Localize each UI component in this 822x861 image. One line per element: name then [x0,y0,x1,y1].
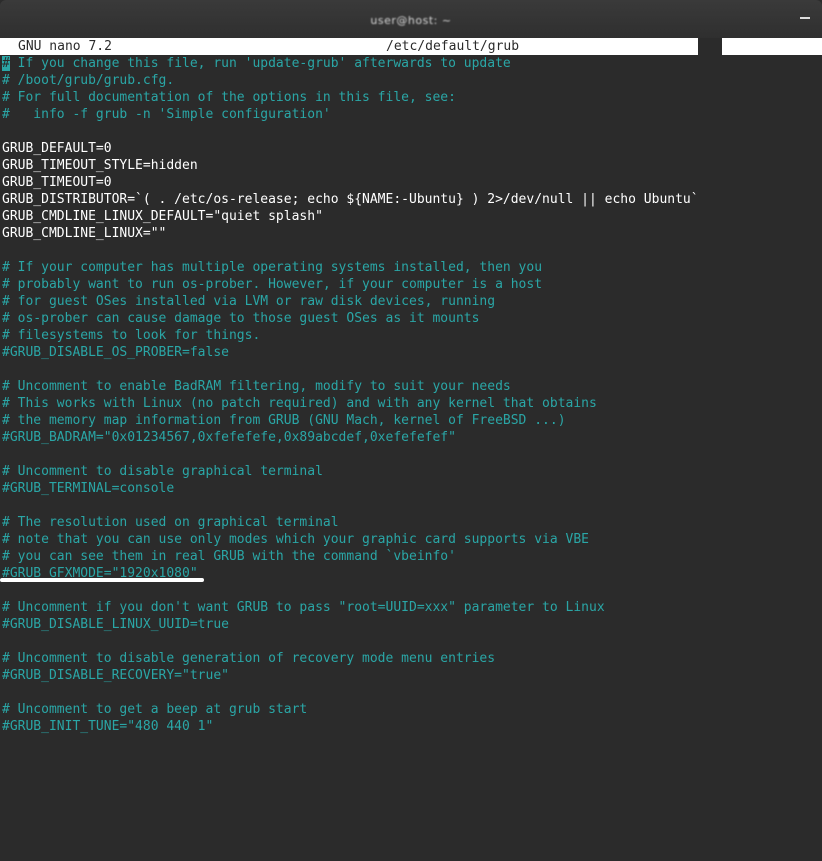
comment-line-text: # the memory map information from GRUB (… [2,413,566,428]
editor-buffer[interactable]: # If you change this file, run 'update-g… [2,55,820,735]
editor-line[interactable]: # If your computer has multiple operatin… [2,259,820,276]
editor-line[interactable] [2,242,820,259]
editor-line[interactable]: GRUB_DEFAULT=0 [2,140,820,157]
comment-line-text: #GRUB_INIT_TUNE="480 440 1" [2,719,214,734]
nano-filename: /etc/default/grub [386,39,520,54]
editor-line[interactable]: #GRUB_DISABLE_RECOVERY="true" [2,667,820,684]
comment-line-text: # Uncomment to disable graphical termina… [2,464,323,479]
comment-line-text: # note that you can use only modes which… [2,532,589,547]
comment-line-text: # The resolution used on graphical termi… [2,515,339,530]
comment-line-text: # Uncomment if you don't want GRUB to pa… [2,600,605,615]
comment-line-text: # This works with Linux (no patch requir… [2,396,597,411]
comment-line-text: # If you change this file, run 'update-g… [2,56,511,71]
editor-line[interactable]: # Uncomment if you don't want GRUB to pa… [2,599,820,616]
comment-line-text: # info -f grub -n 'Simple configuration' [2,107,331,122]
line-remainder: If you change this file, run 'update-gru… [9,56,511,71]
editor-line[interactable]: GRUB_CMDLINE_LINUX="" [2,225,820,242]
terminal-window: user@host: ~ GNU nano 7.2 /etc/default/g… [0,0,822,861]
comment-line-text: # For full documentation of the options … [2,90,456,105]
comment-line-text: # you can see them in real GRUB with the… [2,549,456,564]
editor-line[interactable]: # If you change this file, run 'update-g… [2,55,820,72]
editor-line[interactable]: GRUB_DISTRIBUTOR=`( . /etc/os-release; e… [2,191,820,208]
comment-line-text: # for guest OSes installed via LVM or ra… [2,294,496,309]
editor-line[interactable] [2,446,820,463]
editor-line[interactable]: # Uncomment to enable BadRAM filtering, … [2,378,820,395]
editor-line[interactable]: #GRUB_INIT_TUNE="480 440 1" [2,718,820,735]
editor-line[interactable] [2,497,820,514]
code-line-text: GRUB_CMDLINE_LINUX="" [2,226,167,241]
nano-header-status [722,38,822,55]
editor-line[interactable]: # filesystems to look for things. [2,327,820,344]
comment-line-text: #GRUB_TERMINAL=console [2,481,175,496]
nano-version-label: GNU nano 7.2 [18,39,112,54]
code-line-text: GRUB_TIMEOUT_STYLE=hidden [2,158,198,173]
editor-line[interactable]: # The resolution used on graphical termi… [2,514,820,531]
text-cursor: # [2,56,10,71]
editor-line[interactable] [2,582,820,599]
comment-line-text: # If your computer has multiple operatin… [2,260,543,275]
comment-line-text: # /boot/grub/grub.cfg. [2,73,175,88]
highlight-underline [0,578,204,582]
window-title: user@host: ~ [370,14,452,27]
comment-line-text: #GRUB_DISABLE_LINUX_UUID=true [2,617,229,632]
minimize-icon[interactable] [800,17,810,19]
editor-line[interactable]: # you can see them in real GRUB with the… [2,548,820,565]
editor-line[interactable]: # Uncomment to disable graphical termina… [2,463,820,480]
comment-line-text: # os-prober can cause damage to those gu… [2,311,480,326]
comment-line-text: #GRUB_BADRAM="0x01234567,0xfefefefe,0x89… [2,430,456,445]
editor-line[interactable] [2,361,820,378]
editor-line[interactable]: # probably want to run os-prober. Howeve… [2,276,820,293]
editor-line[interactable]: # Uncomment to disable generation of rec… [2,650,820,667]
comment-line-text: # probably want to run os-prober. Howeve… [2,277,543,292]
editor-line[interactable]: # for guest OSes installed via LVM or ra… [2,293,820,310]
comment-line-text: # Uncomment to get a beep at grub start [2,702,308,717]
editor-line[interactable]: #GRUB_DISABLE_OS_PROBER=false [2,344,820,361]
editor-line[interactable]: # /boot/grub/grub.cfg. [2,72,820,89]
comment-line-text: # Uncomment to disable generation of rec… [2,651,496,666]
code-line-text: GRUB_DISTRIBUTOR=`( . /etc/os-release; e… [2,192,699,207]
editor-line[interactable]: # For full documentation of the options … [2,89,820,106]
editor-line[interactable] [2,633,820,650]
editor-line[interactable]: GRUB_TIMEOUT=0 [2,174,820,191]
terminal-area[interactable]: GNU nano 7.2 /etc/default/grub # If you … [0,38,822,861]
editor-line[interactable]: # the memory map information from GRUB (… [2,412,820,429]
editor-line[interactable]: #GRUB_TERMINAL=console [2,480,820,497]
editor-line[interactable]: GRUB_CMDLINE_LINUX_DEFAULT="quiet splash… [2,208,820,225]
editor-line[interactable]: # Uncomment to get a beep at grub start [2,701,820,718]
editor-line[interactable]: GRUB_TIMEOUT_STYLE=hidden [2,157,820,174]
nano-header: GNU nano 7.2 /etc/default/grub [0,38,822,55]
editor-line[interactable] [2,684,820,701]
editor-line[interactable]: # info -f grub -n 'Simple configuration' [2,106,820,123]
comment-line-text: #GRUB_DISABLE_OS_PROBER=false [2,345,229,360]
code-line-text: GRUB_TIMEOUT=0 [2,175,112,190]
comment-line-text: # Uncomment to enable BadRAM filtering, … [2,379,511,394]
editor-line[interactable]: #GRUB_DISABLE_LINUX_UUID=true [2,616,820,633]
editor-line[interactable]: # note that you can use only modes which… [2,531,820,548]
window-titlebar[interactable]: user@host: ~ [0,0,822,38]
code-line-text: GRUB_CMDLINE_LINUX_DEFAULT="quiet splash… [2,209,323,224]
editor-line[interactable]: # This works with Linux (no patch requir… [2,395,820,412]
comment-line-text: # filesystems to look for things. [2,328,261,343]
code-line-text: GRUB_DEFAULT=0 [2,141,112,156]
editor-line[interactable]: #GRUB_BADRAM="0x01234567,0xfefefefe,0x89… [2,429,820,446]
editor-line[interactable]: # os-prober can cause damage to those gu… [2,310,820,327]
editor-line[interactable] [2,123,820,140]
comment-line-text: #GRUB_DISABLE_RECOVERY="true" [2,668,229,683]
